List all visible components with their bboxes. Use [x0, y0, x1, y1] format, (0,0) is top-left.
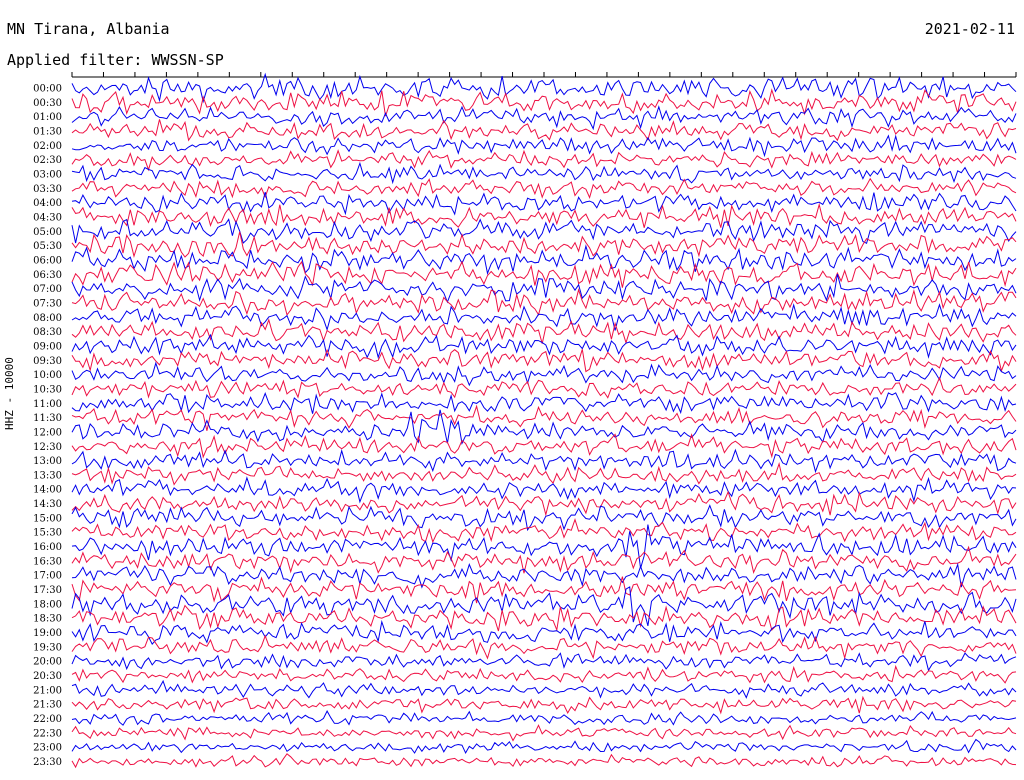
row-time-label: 06:30 [33, 270, 62, 281]
row-time-label: 03:30 [33, 184, 62, 195]
row-time-label: 20:00 [33, 657, 62, 668]
seismic-trace [71, 619, 1017, 645]
seismic-trace [71, 149, 1017, 172]
row-time-label: 01:30 [33, 126, 62, 137]
helicorder-plot: 00:00 00:30 01:00 01:30 02:00 02:30 03:00 03:30… [33, 72, 1017, 769]
row-time-label: 13:30 [33, 470, 62, 481]
row-time-label: 05:00 [33, 227, 62, 238]
row-time-label: 03:00 [33, 169, 62, 180]
row-time-label: 02:00 [33, 141, 62, 152]
row-time-label: 07:30 [33, 298, 62, 309]
time-axis-ticks [71, 72, 1017, 78]
seismic-trace [71, 191, 1017, 216]
row-time-label: 19:00 [33, 628, 62, 639]
row-time-label: 16:30 [33, 556, 62, 567]
row-time-label: 19:30 [33, 642, 62, 653]
seismic-trace [71, 288, 1017, 317]
seismic-trace [71, 518, 1017, 544]
row-time-label: 12:30 [33, 442, 62, 453]
seismic-trace [71, 634, 1017, 660]
seismic-trace [71, 161, 1017, 185]
seismic-trace [71, 724, 1017, 742]
row-time-label: 00:00 [33, 84, 62, 95]
row-time-label: 07:00 [33, 284, 62, 295]
seismic-trace [71, 88, 1017, 117]
row-time-label: 02:30 [33, 155, 62, 166]
row-time-label: 11:30 [33, 413, 62, 424]
row-time-label: 22:00 [33, 714, 62, 725]
row-time-label: 11:00 [33, 399, 62, 410]
seismic-trace [71, 260, 1017, 288]
row-time-label: 09:30 [33, 356, 62, 367]
row-time-label: 22:30 [33, 728, 62, 739]
seismic-trace [71, 679, 1017, 699]
row-time-label: 17:30 [33, 585, 62, 596]
seismic-trace [71, 576, 1017, 604]
seismic-trace [71, 490, 1017, 517]
seismic-trace [71, 695, 1017, 715]
row-time-label: 01:00 [33, 112, 62, 123]
seismic-trace [71, 202, 1017, 228]
seismic-trace [71, 376, 1017, 399]
seismic-trace [71, 586, 1017, 627]
seismic-trace [71, 119, 1017, 142]
seismic-trace [71, 448, 1017, 474]
row-time-label: 09:00 [33, 341, 62, 352]
row-time-label: 16:00 [33, 542, 62, 553]
row-time-label: 21:30 [33, 700, 62, 711]
row-time-label: 00:30 [33, 98, 62, 109]
row-time-label: 21:00 [33, 685, 62, 696]
seismic-trace [71, 105, 1017, 131]
row-time-label: 23:30 [33, 757, 62, 768]
row-time-label: 17:00 [33, 571, 62, 582]
seismic-trace [71, 318, 1017, 345]
seismic-trace [71, 461, 1017, 486]
row-time-label: 04:00 [33, 198, 62, 209]
row-time-label: 18:00 [33, 599, 62, 610]
row-time-labels: 00:00 00:30 01:00 01:30 02:00 02:30 03:00 03:30… [33, 84, 62, 769]
seismic-traces [71, 72, 1017, 769]
seismic-trace [71, 348, 1017, 373]
seismic-trace [71, 562, 1017, 589]
row-time-label: 05:30 [33, 241, 62, 252]
seismic-trace [71, 652, 1017, 672]
row-time-label: 04:30 [33, 212, 62, 223]
seismic-trace [71, 218, 1017, 245]
seismic-trace [71, 753, 1017, 769]
row-time-label: 14:30 [33, 499, 62, 510]
row-time-label: 13:00 [33, 456, 62, 467]
row-time-label: 15:00 [33, 513, 62, 524]
seismic-trace [71, 72, 1017, 104]
row-time-label: 08:30 [33, 327, 62, 338]
seismic-trace [71, 361, 1017, 387]
seismic-trace [71, 391, 1017, 415]
row-time-label: 14:00 [33, 485, 62, 496]
row-time-label: 06:00 [33, 255, 62, 266]
row-time-label: 10:30 [33, 384, 62, 395]
seismic-trace [71, 231, 1017, 259]
seismic-trace [71, 404, 1017, 431]
seismic-trace [71, 710, 1017, 726]
row-time-label: 23:00 [33, 743, 62, 754]
seismic-trace [71, 134, 1017, 158]
row-time-label: 10:00 [33, 370, 62, 381]
seismic-trace [71, 664, 1017, 684]
seismic-trace [71, 738, 1017, 754]
row-time-label: 08:00 [33, 313, 62, 324]
row-time-label: 15:30 [33, 528, 62, 539]
seismic-trace [71, 333, 1017, 360]
row-time-label: 18:30 [33, 614, 62, 625]
row-time-label: 12:00 [33, 427, 62, 438]
row-time-label: 20:30 [33, 671, 62, 682]
seismic-trace [71, 433, 1017, 459]
